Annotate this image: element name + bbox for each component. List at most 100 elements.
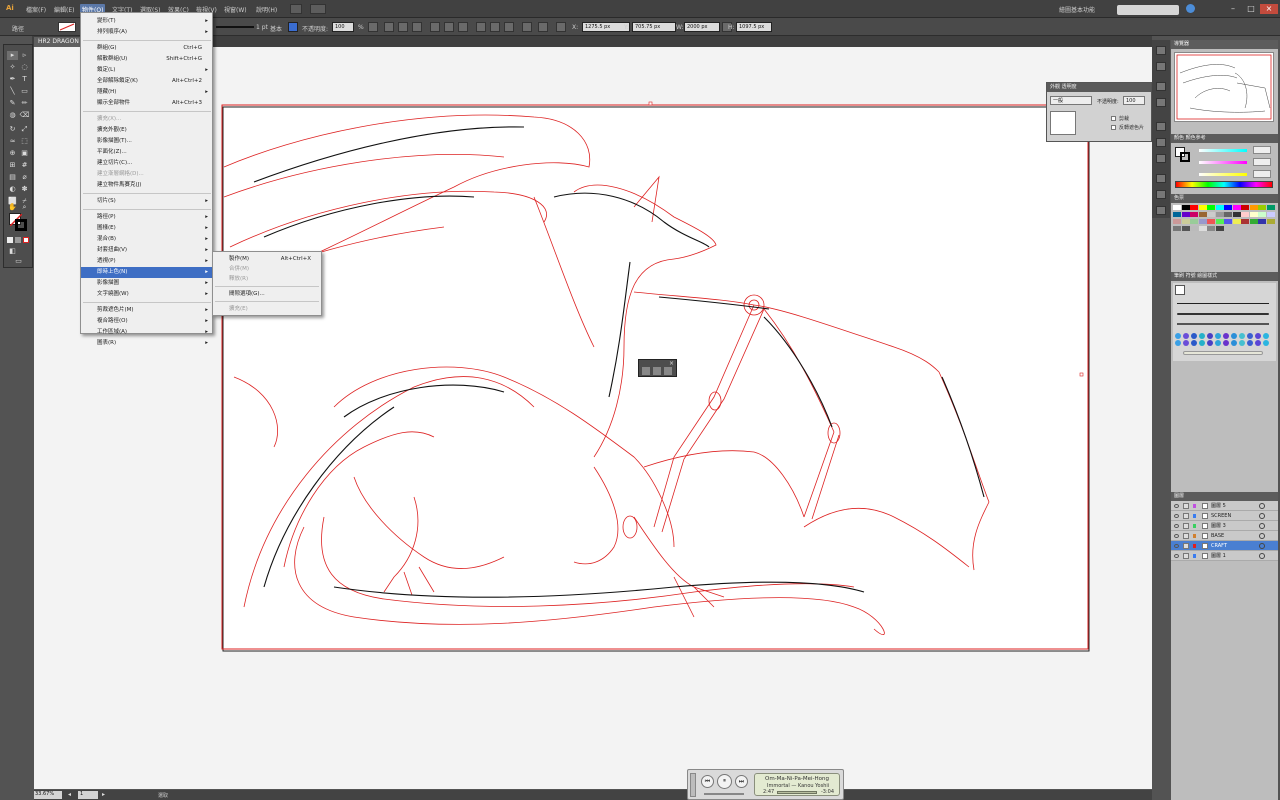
color-swatch[interactable] [1198, 219, 1207, 224]
brush-dot-swatch[interactable] [1215, 333, 1221, 339]
layers-panel-header[interactable]: 圖層 [1171, 492, 1278, 501]
color-swatch[interactable] [1207, 219, 1215, 224]
panel-opacity-input[interactable]: 100 [1123, 96, 1145, 105]
object-menu-item[interactable]: 封套扭曲(V) ▸ [81, 245, 212, 256]
slider-c[interactable] [1199, 149, 1247, 152]
brush-dot-swatch[interactable] [1175, 333, 1181, 339]
swatch-grid[interactable] [1173, 205, 1276, 241]
color-swatch[interactable] [1232, 205, 1241, 210]
mini-panel-tool-3-icon[interactable] [664, 367, 672, 375]
brush-basic[interactable] [1175, 285, 1185, 295]
distribute-h-icon[interactable] [490, 22, 500, 32]
prev-artboard-icon[interactable]: ◂ [68, 791, 71, 798]
object-menu-item[interactable]: 鎖定(L) ▸ [81, 65, 212, 76]
color-swatch[interactable] [1241, 219, 1249, 224]
symbol-sprayer-tool-icon[interactable]: ✽ [19, 185, 30, 194]
w-input[interactable]: 2000 px [684, 22, 720, 32]
rectangle-tool-icon[interactable]: ▭ [19, 87, 30, 96]
slider-m[interactable] [1199, 161, 1247, 164]
scale-tool-icon[interactable]: ⤢ [19, 125, 30, 134]
color-swatch[interactable] [1181, 226, 1190, 231]
layer-target-icon[interactable] [1259, 513, 1265, 519]
free-transform-tool-icon[interactable]: ⬚ [19, 137, 30, 146]
mini-panel-tool-1-icon[interactable] [642, 367, 650, 375]
brush-dot-swatch[interactable] [1207, 340, 1213, 346]
brush-dot-swatch[interactable] [1255, 333, 1261, 339]
color-panel-header[interactable]: 顏色 顏色參考 [1171, 134, 1278, 143]
recolor-icon[interactable] [368, 22, 378, 32]
blob-brush-tool-icon[interactable]: ◍ [7, 111, 18, 120]
lock-toggle[interactable] [1183, 553, 1189, 559]
layer-row[interactable]: 圖層 3 [1171, 521, 1278, 531]
rotate-tool-icon[interactable]: ↻ [7, 125, 18, 134]
color-swatch[interactable] [1266, 205, 1275, 210]
color-swatch[interactable] [1232, 212, 1241, 217]
h-input[interactable]: 1097.5 px [736, 22, 772, 32]
color-swatch[interactable] [1207, 226, 1215, 231]
object-menu-item[interactable]: 路徑(P) ▸ [81, 212, 212, 223]
brush-dot-swatch[interactable] [1191, 333, 1197, 339]
pencil-tool-icon[interactable]: ✏ [19, 99, 30, 108]
color-swatch[interactable] [1190, 212, 1198, 217]
layer-target-icon[interactable] [1259, 503, 1265, 509]
navigator-panel-header[interactable]: 導覽器 [1171, 40, 1278, 49]
live-paint-menu-item[interactable]: 間隙選項(G)... [213, 289, 321, 300]
paintbrush-tool-icon[interactable]: ✎ [7, 99, 18, 108]
menu-help[interactable]: 說明(H) [254, 4, 279, 15]
value-c-input[interactable] [1253, 146, 1271, 154]
align-left-icon[interactable] [384, 22, 394, 32]
color-swatch[interactable] [1249, 219, 1258, 224]
brush-dot-swatch[interactable] [1247, 333, 1253, 339]
color-swatch[interactable] [1249, 205, 1258, 210]
dock-paragraph-icon[interactable] [1156, 190, 1166, 199]
shape-builder-tool-icon[interactable]: ⊕ [7, 149, 18, 158]
layer-target-icon[interactable] [1259, 543, 1265, 549]
lock-toggle[interactable] [1183, 523, 1189, 529]
cs-live-icon[interactable] [1186, 4, 1195, 13]
fill-stroke-swatch[interactable] [9, 213, 27, 231]
brush-ribbon[interactable] [1183, 351, 1263, 355]
brush-list[interactable] [1173, 283, 1276, 361]
brush-dot-swatch[interactable] [1247, 340, 1253, 346]
value-m-input[interactable] [1253, 158, 1271, 166]
lock-toggle[interactable] [1183, 503, 1189, 509]
color-swatch[interactable] [1173, 219, 1181, 224]
minimize-button[interactable]: – [1224, 4, 1242, 14]
object-menu-item[interactable]: 圖表(R) ▸ [81, 338, 212, 349]
color-mode-icon[interactable] [7, 237, 13, 243]
color-swatch[interactable] [1198, 205, 1207, 210]
gradient-mode-icon[interactable] [15, 237, 21, 243]
brush-dot-swatch[interactable] [1191, 340, 1197, 346]
object-menu-item[interactable]: 擴充外觀(E) [81, 125, 212, 136]
warp-tool-icon[interactable]: ≈ [7, 137, 18, 146]
live-paint-menu-item[interactable]: 擴充(E) [213, 304, 321, 315]
live-paint-tool-icon[interactable]: ▣ [19, 149, 30, 158]
y-input[interactable]: 705.75 px [632, 22, 676, 32]
color-swatch[interactable] [1258, 205, 1266, 210]
reference-point-icon[interactable] [556, 22, 566, 32]
menu-window[interactable]: 視窗(W) [222, 4, 249, 15]
transform-icon[interactable] [522, 22, 532, 32]
blend-mode-dropdown[interactable]: 一般 [1050, 96, 1092, 105]
object-menu-item[interactable]: 切片(S) ▸ [81, 196, 212, 207]
object-menu-item[interactable]: 混合(B) ▸ [81, 234, 212, 245]
brush-dot-swatch[interactable] [1207, 333, 1213, 339]
value-y-input[interactable] [1253, 170, 1271, 178]
layer-row[interactable]: SCREEN [1171, 511, 1278, 521]
object-menu-item[interactable]: 文字繞圖(W) ▸ [81, 289, 212, 300]
object-menu-item[interactable]: 建立物件馬賽克(J) [81, 180, 212, 191]
dock-info-icon[interactable] [1156, 62, 1166, 71]
object-menu-item[interactable]: 剪裁遮色片(M) ▸ [81, 305, 212, 316]
color-swatch[interactable] [1258, 212, 1266, 217]
drawing-mode-icon[interactable]: ◧ [7, 247, 18, 256]
live-paint-menu-item[interactable]: 釋放(R) [213, 274, 321, 285]
brush-dot-swatch[interactable] [1239, 340, 1245, 346]
color-swatch[interactable] [1215, 212, 1224, 217]
isolate-icon[interactable] [538, 22, 548, 32]
distribute-icon[interactable] [476, 22, 486, 32]
isolation-mini-panel[interactable]: × [638, 359, 677, 377]
object-menu-item[interactable]: 影像描圖 ▸ [81, 278, 212, 289]
brushes-panel-header[interactable]: 筆刷 符號 繪圖樣式 [1171, 272, 1278, 281]
previous-track-button[interactable]: ⏮ [701, 775, 714, 788]
maximize-button[interactable]: □ [1242, 4, 1260, 14]
